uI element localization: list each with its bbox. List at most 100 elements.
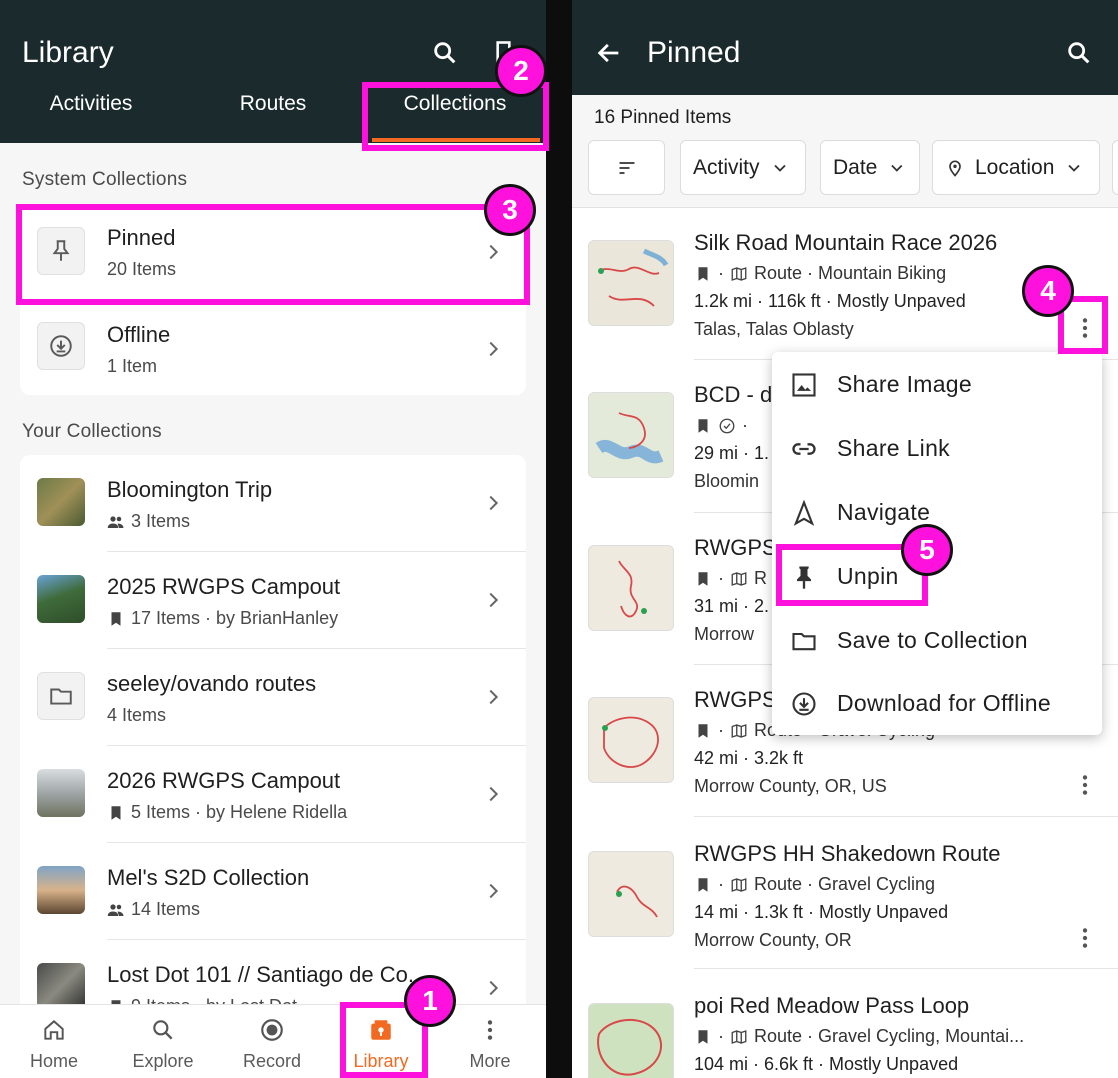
collection-title: Offline	[107, 322, 171, 347]
nav-record[interactable]: Record	[222, 1005, 322, 1078]
collection-title: Mel's S2D Collection	[107, 865, 310, 890]
bookmark-icon	[698, 571, 708, 586]
folder-icon	[37, 672, 85, 720]
route-title: RWGPS	[694, 535, 777, 560]
filter-activity[interactable]: Activity	[680, 140, 806, 195]
route-map-thumbnail	[588, 697, 674, 783]
route-title: poi Red Meadow Pass Loop	[694, 993, 970, 1018]
collection-row[interactable]: Mel's S2D Collection 14 Items	[20, 843, 526, 940]
chevron-right-icon	[489, 592, 499, 608]
menu-label: Download for Offline	[837, 690, 1051, 716]
map-icon	[731, 266, 747, 281]
collection-subtitle: 14 Items	[107, 899, 200, 920]
collection-title: Bloomington Trip	[107, 477, 273, 502]
route-meta: ·	[694, 415, 748, 436]
route-stats: 29 mi · 1.	[694, 443, 770, 463]
bookmark-icon	[698, 877, 708, 892]
chevron-down-icon	[1068, 164, 1081, 172]
collection-title: Lost Dot 101 // Santiago de Co...	[107, 962, 427, 987]
library-screen: Library Activities Routes Collections Sy…	[0, 0, 546, 1078]
collection-row[interactable]: 2025 RWGPS Campout 17 Items · by BrianHa…	[20, 552, 526, 649]
search-icon[interactable]	[428, 36, 462, 70]
nav-home[interactable]: Home	[4, 1005, 104, 1078]
route-stats: 104 mi · 6.6k ft · Mostly Unpaved	[694, 1054, 959, 1074]
chevron-down-icon	[891, 164, 903, 172]
nav-more[interactable]: More	[440, 1005, 540, 1078]
callout-5: 5	[901, 524, 953, 576]
menu-label: Share Link	[837, 435, 950, 461]
collection-subtitle: 5 Items · by Helene Ridella	[107, 802, 347, 823]
collection-thumbnail	[37, 478, 85, 526]
route-meta: · Route · Gravel Cycling, Mountai...	[694, 1026, 1024, 1047]
collection-row[interactable]: seeley/ovando routes 4 Items	[20, 649, 526, 746]
menu-download-offline[interactable]: Download for Offline	[772, 673, 1102, 733]
tab-activities[interactable]: Activities	[0, 92, 182, 132]
back-arrow-icon[interactable]	[592, 36, 626, 70]
check-circle-icon	[719, 418, 735, 433]
route-map-thumbnail	[588, 545, 674, 631]
callout-2: 2	[495, 45, 547, 97]
route-stats: 14 mi · 1.3k ft · Mostly Unpaved	[694, 902, 949, 922]
map-icon	[731, 571, 747, 586]
image-icon	[792, 373, 816, 397]
chevron-right-icon	[489, 495, 499, 511]
download-icon	[37, 322, 85, 370]
menu-label: Share Image	[837, 371, 972, 397]
route-location: Bloomin	[694, 471, 760, 491]
menu-label: Save to Collection	[837, 627, 1028, 653]
route-item[interactable]: RWGPS HH Shakedown Route · Route · Grave…	[572, 817, 1118, 969]
route-item[interactable]: poi Red Meadow Pass Loop · Route · Grave…	[572, 969, 1118, 1078]
filter-date[interactable]: Date	[820, 140, 920, 195]
route-meta: · R	[694, 568, 767, 589]
filter-more[interactable]	[1112, 140, 1118, 195]
bookmark-icon	[698, 266, 708, 281]
collection-thumbnail	[37, 575, 85, 623]
route-title: BCD - d	[694, 382, 773, 407]
filter-location[interactable]: Location	[932, 140, 1100, 195]
bookmark-icon	[111, 805, 121, 820]
route-location: Talas, Talas Oblasty	[694, 319, 854, 339]
collection-offline[interactable]: Offline 1 Item	[20, 300, 526, 395]
route-title: RWGPS HH Shakedown Route	[694, 841, 1001, 866]
bookmark-icon	[698, 723, 708, 738]
collection-title: 2025 RWGPS Campout	[107, 574, 341, 599]
nav-label: Record	[242, 1051, 302, 1071]
location-pin-icon	[949, 160, 961, 177]
collection-count: 1 Item	[107, 356, 158, 376]
panel-divider	[546, 0, 572, 1078]
map-icon	[731, 723, 747, 738]
navigate-icon	[793, 499, 815, 526]
tab-routes[interactable]: Routes	[182, 92, 364, 132]
route-map-thumbnail	[588, 240, 674, 326]
collection-row[interactable]: Bloomington Trip 3 Items	[20, 455, 526, 552]
page-title: Pinned	[647, 36, 741, 69]
more-vertical-icon[interactable]	[1072, 925, 1098, 951]
route-title: RWGPS	[694, 687, 777, 712]
folder-icon	[792, 632, 816, 651]
route-map-thumbnail	[588, 392, 674, 478]
pinned-screen: Pinned 16 Pinned Items Activity Date Loc…	[572, 0, 1118, 1078]
menu-share-image[interactable]: Share Image	[772, 354, 1102, 414]
search-icon[interactable]	[1062, 36, 1096, 70]
nav-explore[interactable]: Explore	[113, 1005, 213, 1078]
nav-label: More	[469, 1051, 511, 1071]
chevron-down-icon	[773, 164, 786, 172]
bookmark-icon	[698, 1029, 708, 1044]
chevron-right-icon	[489, 883, 499, 899]
menu-share-link[interactable]: Share Link	[772, 418, 1102, 478]
route-title: Silk Road Mountain Race 2026	[694, 230, 998, 255]
more-vertical-icon[interactable]	[1072, 772, 1098, 798]
route-map-thumbnail	[588, 851, 674, 937]
bottom-navigation: Home Explore Record Library More	[0, 1004, 546, 1078]
sort-button[interactable]	[588, 140, 665, 195]
page-title: Library	[22, 36, 114, 69]
home-icon	[44, 1020, 64, 1040]
people-icon	[107, 903, 124, 916]
collection-row[interactable]: 2026 RWGPS Campout 5 Items · by Helene R…	[20, 746, 526, 843]
collection-subtitle: 3 Items	[107, 511, 190, 532]
bookmark-icon	[698, 418, 708, 433]
sort-icon	[619, 161, 634, 174]
system-collections-header: System Collections	[22, 169, 188, 190]
menu-save-to-collection[interactable]: Save to Collection	[772, 610, 1102, 670]
nav-label: Home	[29, 1051, 78, 1071]
